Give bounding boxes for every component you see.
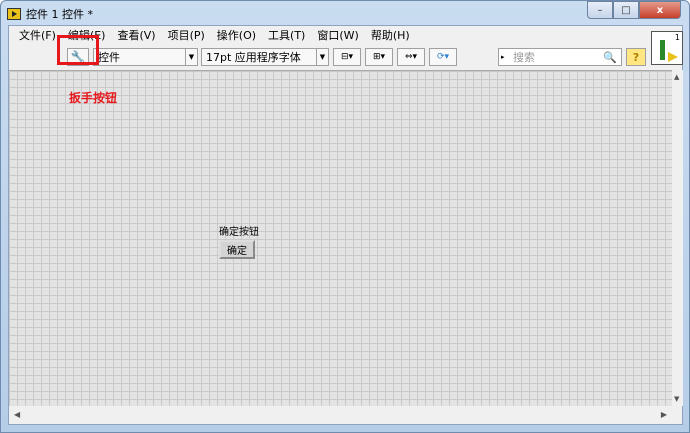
annotation-label: 扳手按钮 <box>69 91 118 105</box>
window-title: 控件 1 控件 * <box>26 8 93 21</box>
menu-tools[interactable]: 工具(T) <box>262 27 311 43</box>
expand-icon: ▸ <box>501 53 505 61</box>
panel-canvas[interactable]: 确定按钮 确定 <box>9 70 672 406</box>
resize-icon: ⇔▾ <box>404 52 418 62</box>
button-label: 确定按钮 <box>219 227 259 238</box>
menu-help[interactable]: 帮助(H) <box>365 27 416 43</box>
front-panel: 文件(F) 编辑(E) 查看(V) 项目(P) 操作(O) 工具(T) 窗口(W… <box>8 25 683 425</box>
toolbar: 🔧 控件 ▼ 17pt 应用程序字体 ▼ ⊟▾ ⊞▾ ⇔▾ ⟳▾ ▸ 搜索 🔍 ? <box>9 45 649 69</box>
menu-view[interactable]: 查看(V) <box>111 27 161 43</box>
close-button[interactable]: x <box>639 1 681 19</box>
menu-file[interactable]: 文件(F) <box>13 27 62 43</box>
control-style-select[interactable]: 控件 ▼ <box>93 48 198 66</box>
align-button[interactable]: ⊟▾ <box>333 48 361 66</box>
menu-operate[interactable]: 操作(O) <box>211 27 262 43</box>
ok-button[interactable]: 确定 <box>219 240 255 259</box>
minimize-button[interactable]: – <box>587 1 613 19</box>
font-select[interactable]: 17pt 应用程序字体 ▼ <box>201 48 329 66</box>
scroll-left-icon[interactable]: ◀ <box>14 410 20 419</box>
vi-icon-number: 1 <box>674 33 680 42</box>
help-button[interactable]: ? <box>626 48 646 66</box>
chevron-down-icon: ▼ <box>185 49 197 65</box>
labview-icon <box>7 8 21 20</box>
highlight-box <box>57 35 99 65</box>
scroll-down-icon[interactable]: ▼ <box>674 395 679 403</box>
distribute-button[interactable]: ⊞▾ <box>365 48 393 66</box>
vi-icon: 1 <box>651 31 683 65</box>
control-style-value: 控件 <box>98 51 120 64</box>
horizontal-scrollbar[interactable]: ◀ ▶ <box>9 406 672 424</box>
reorder-icon: ⟳▾ <box>436 52 450 62</box>
font-value: 17pt 应用程序字体 <box>206 51 301 64</box>
vertical-scrollbar[interactable]: ▲ ▼ <box>672 70 683 406</box>
menu-project[interactable]: 项目(P) <box>162 27 211 43</box>
search-icon: 🔍 <box>603 50 617 64</box>
title-bar: 控件 1 控件 * <box>7 5 93 23</box>
search-input[interactable]: ▸ 搜索 🔍 <box>498 48 622 66</box>
search-placeholder: 搜索 <box>513 51 535 64</box>
align-icon: ⊟▾ <box>340 52 354 62</box>
menu-window[interactable]: 窗口(W) <box>311 27 364 43</box>
maximize-button[interactable]: □ <box>613 1 639 19</box>
resize-button[interactable]: ⇔▾ <box>397 48 425 66</box>
scroll-up-icon[interactable]: ▲ <box>674 73 679 81</box>
scroll-right-icon[interactable]: ▶ <box>661 410 667 419</box>
distribute-icon: ⊞▾ <box>372 52 386 62</box>
reorder-button[interactable]: ⟳▾ <box>429 48 457 66</box>
window: 控件 1 控件 * – □ x 文件(F) 编辑(E) 查看(V) 项目(P) … <box>0 0 690 433</box>
chevron-down-icon: ▼ <box>316 49 328 65</box>
menu-bar: 文件(F) 编辑(E) 查看(V) 项目(P) 操作(O) 工具(T) 窗口(W… <box>9 26 649 44</box>
